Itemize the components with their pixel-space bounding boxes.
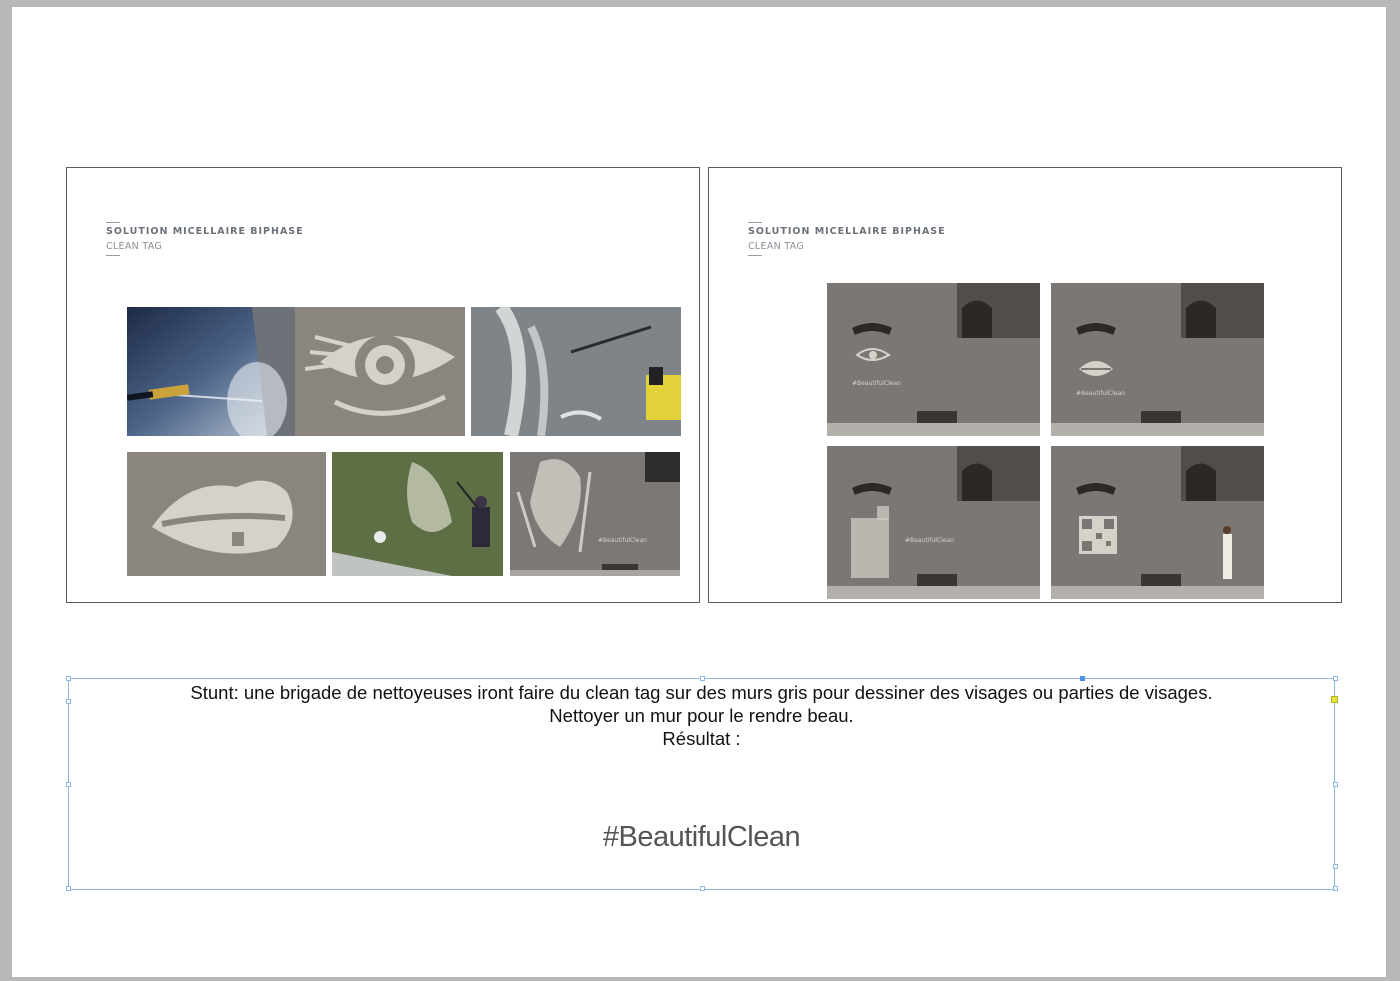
lips-wall-caption: #BeautifulClean: [1076, 390, 1125, 397]
document-page: SOLUTION MICELLAIRE BIPHASE CLEAN TAG #B…: [12, 7, 1386, 977]
resize-handle-bottom-center[interactable]: [700, 886, 705, 891]
header-rule: [106, 255, 120, 256]
eye-wall-caption: #BeautifulClean: [852, 380, 901, 387]
eye-tag-photo: [295, 307, 465, 436]
resize-handle-left-top[interactable]: [66, 699, 71, 704]
header-rule: [748, 222, 762, 223]
slide-header: SOLUTION MICELLAIRE BIPHASE CLEAN TAG: [748, 222, 946, 256]
text-line-3: Résultat :: [662, 728, 741, 749]
cleaner-wall-photo: [332, 452, 503, 576]
header-rule: [748, 255, 762, 256]
eye-wall-photo: #BeautifulClean: [827, 283, 1040, 436]
resize-handle-middle-left[interactable]: [66, 782, 71, 787]
overset-text-handle[interactable]: [1331, 696, 1338, 703]
resize-handle-top-center[interactable]: [700, 676, 705, 681]
bottle-wall-photo: #BeautifulClean: [827, 446, 1040, 599]
qr-wall-photo: [1051, 446, 1264, 599]
resize-handle-bottom-left[interactable]: [66, 886, 71, 891]
slide-subtitle: CLEAN TAG: [106, 241, 163, 252]
washing-face-photo: [471, 307, 681, 436]
body-text[interactable]: Stunt: une brigade de nettoyeuses iront …: [69, 681, 1334, 750]
lips-tag-photo: [127, 452, 326, 576]
lips-wall-photo: #BeautifulClean: [1051, 283, 1264, 436]
face-wall-caption: #BeautifulClean: [598, 537, 647, 544]
hashtag-text[interactable]: #BeautifulClean: [69, 821, 1334, 854]
header-rule: [106, 222, 120, 223]
face-building-photo: #BeautifulClean: [510, 452, 680, 576]
bottle-wall-caption: #BeautifulClean: [905, 537, 954, 544]
resize-handle-top-left[interactable]: [66, 676, 71, 681]
resize-handle-bottom-right[interactable]: [1333, 886, 1338, 891]
selected-text-frame[interactable]: Stunt: une brigade de nettoyeuses iront …: [66, 676, 1338, 891]
slide-right[interactable]: SOLUTION MICELLAIRE BIPHASE CLEAN TAG #B…: [708, 167, 1342, 603]
vertical-scrollbar[interactable]: [1386, 0, 1400, 981]
resize-handle-right-lower[interactable]: [1333, 864, 1338, 869]
resize-handle-middle-right[interactable]: [1333, 782, 1338, 787]
slide-subtitle: CLEAN TAG: [748, 241, 805, 252]
slide-title: SOLUTION MICELLAIRE BIPHASE: [106, 226, 304, 237]
slide-left[interactable]: SOLUTION MICELLAIRE BIPHASE CLEAN TAG #B…: [66, 167, 700, 603]
out-port-handle[interactable]: [1080, 676, 1085, 681]
resize-handle-top-right[interactable]: [1333, 676, 1338, 681]
text-line-1: Stunt: une brigade de nettoyeuses iront …: [190, 682, 1213, 703]
text-line-2: Nettoyer un mur pour le rendre beau.: [549, 705, 854, 726]
pressure-washer-photo: [127, 307, 295, 436]
slide-title: SOLUTION MICELLAIRE BIPHASE: [748, 226, 946, 237]
slide-header: SOLUTION MICELLAIRE BIPHASE CLEAN TAG: [106, 222, 304, 256]
